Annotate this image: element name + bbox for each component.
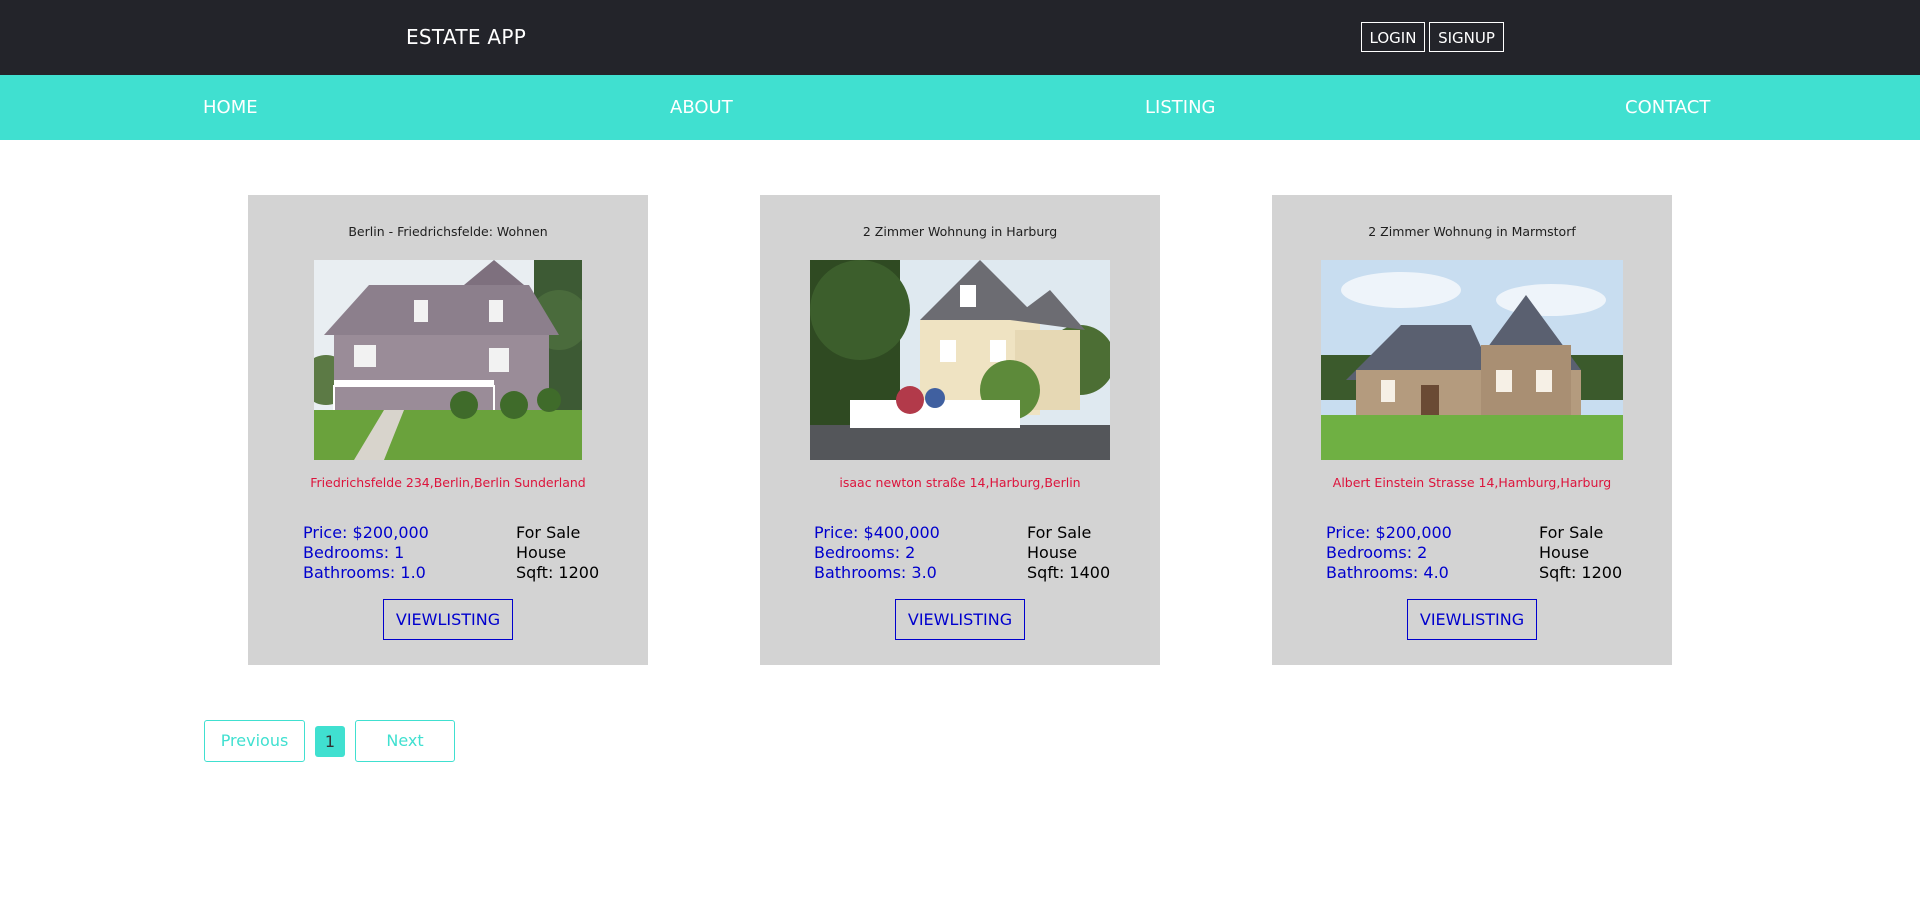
- house-photo-image: [810, 260, 1110, 460]
- listing-address: Albert Einstein Strasse 14,Hamburg,Harbu…: [1332, 475, 1612, 490]
- pagination-next-button[interactable]: Next: [355, 720, 455, 762]
- listing-price: Price: $200,000: [303, 523, 429, 542]
- listing-title: 2 Zimmer Wohnung in Marmstorf: [1368, 224, 1576, 239]
- house-photo-image: [1321, 260, 1623, 460]
- listing-details-right: For Sale House Sqft: 1200: [516, 523, 599, 583]
- listing-details-right: For Sale House Sqft: 1200: [1539, 523, 1622, 583]
- listing-card: 2 Zimmer Wohnung in Marmstorf Albert Ein…: [1272, 195, 1672, 665]
- listing-title: Berlin - Friedrichsfelde: Wohnen: [348, 224, 548, 239]
- pagination-page-current[interactable]: 1: [315, 726, 345, 757]
- listing-photo[interactable]: [810, 260, 1110, 460]
- nav-home[interactable]: HOME: [203, 97, 258, 118]
- signup-button[interactable]: SIGNUP: [1429, 22, 1504, 52]
- listing-sqft: Sqft: 1200: [516, 563, 600, 582]
- listing-sale-type: For Sale: [1539, 523, 1604, 542]
- listing-bathrooms: Bathrooms: 1.0: [303, 563, 426, 582]
- listing-bedrooms: Bedrooms: 1: [303, 543, 405, 562]
- listing-details-left: Price: $200,000 Bedrooms: 2 Bathrooms: 4…: [1326, 523, 1452, 583]
- listing-sqft: Sqft: 1400: [1027, 563, 1111, 582]
- main-nav: HOME ABOUT LISTING CONTACT: [0, 75, 1920, 140]
- view-listing-button[interactable]: VIEWLISTING: [383, 599, 513, 640]
- nav-listing[interactable]: LISTING: [1145, 97, 1215, 118]
- nav-about[interactable]: ABOUT: [670, 97, 733, 118]
- listing-bathrooms: Bathrooms: 3.0: [814, 563, 937, 582]
- listing-photo[interactable]: [314, 260, 582, 460]
- listing-card: Berlin - Friedrichsfelde: Wohnen Friedri…: [248, 195, 648, 665]
- listing-sale-type: For Sale: [1027, 523, 1092, 542]
- listing-title: 2 Zimmer Wohnung in Harburg: [862, 224, 1058, 239]
- listing-address: Friedrichsfelde 234,Berlin,Berlin Sunder…: [310, 475, 586, 490]
- listing-photo[interactable]: [1321, 260, 1623, 460]
- listing-bedrooms: Bedrooms: 2: [1326, 543, 1428, 562]
- listing-details-left: Price: $400,000 Bedrooms: 2 Bathrooms: 3…: [814, 523, 940, 583]
- listing-bathrooms: Bathrooms: 4.0: [1326, 563, 1449, 582]
- top-header: ESTATE APP LOGIN SIGNUP: [0, 0, 1920, 75]
- listing-details-left: Price: $200,000 Bedrooms: 1 Bathrooms: 1…: [303, 523, 429, 583]
- pagination-previous-button[interactable]: Previous: [204, 720, 305, 762]
- listing-home-type: House: [1027, 543, 1078, 562]
- listing-sqft: Sqft: 1200: [1539, 563, 1623, 582]
- listing-address: isaac newton straße 14,Harburg,Berlin: [839, 475, 1081, 490]
- house-photo-image: [314, 260, 582, 460]
- nav-contact[interactable]: CONTACT: [1625, 97, 1710, 118]
- listing-home-type: House: [1539, 543, 1590, 562]
- listing-card: 2 Zimmer Wohnung in Harburg isaac newton…: [760, 195, 1160, 665]
- listing-bedrooms: Bedrooms: 2: [814, 543, 916, 562]
- brand-logo-text[interactable]: ESTATE APP: [406, 25, 526, 49]
- login-button[interactable]: LOGIN: [1361, 22, 1425, 52]
- listing-sale-type: For Sale: [516, 523, 581, 542]
- view-listing-button[interactable]: VIEWLISTING: [895, 599, 1025, 640]
- listing-price: Price: $400,000: [814, 523, 940, 542]
- listing-home-type: House: [516, 543, 567, 562]
- listing-price: Price: $200,000: [1326, 523, 1452, 542]
- view-listing-button[interactable]: VIEWLISTING: [1407, 599, 1537, 640]
- listing-details-right: For Sale House Sqft: 1400: [1027, 523, 1110, 583]
